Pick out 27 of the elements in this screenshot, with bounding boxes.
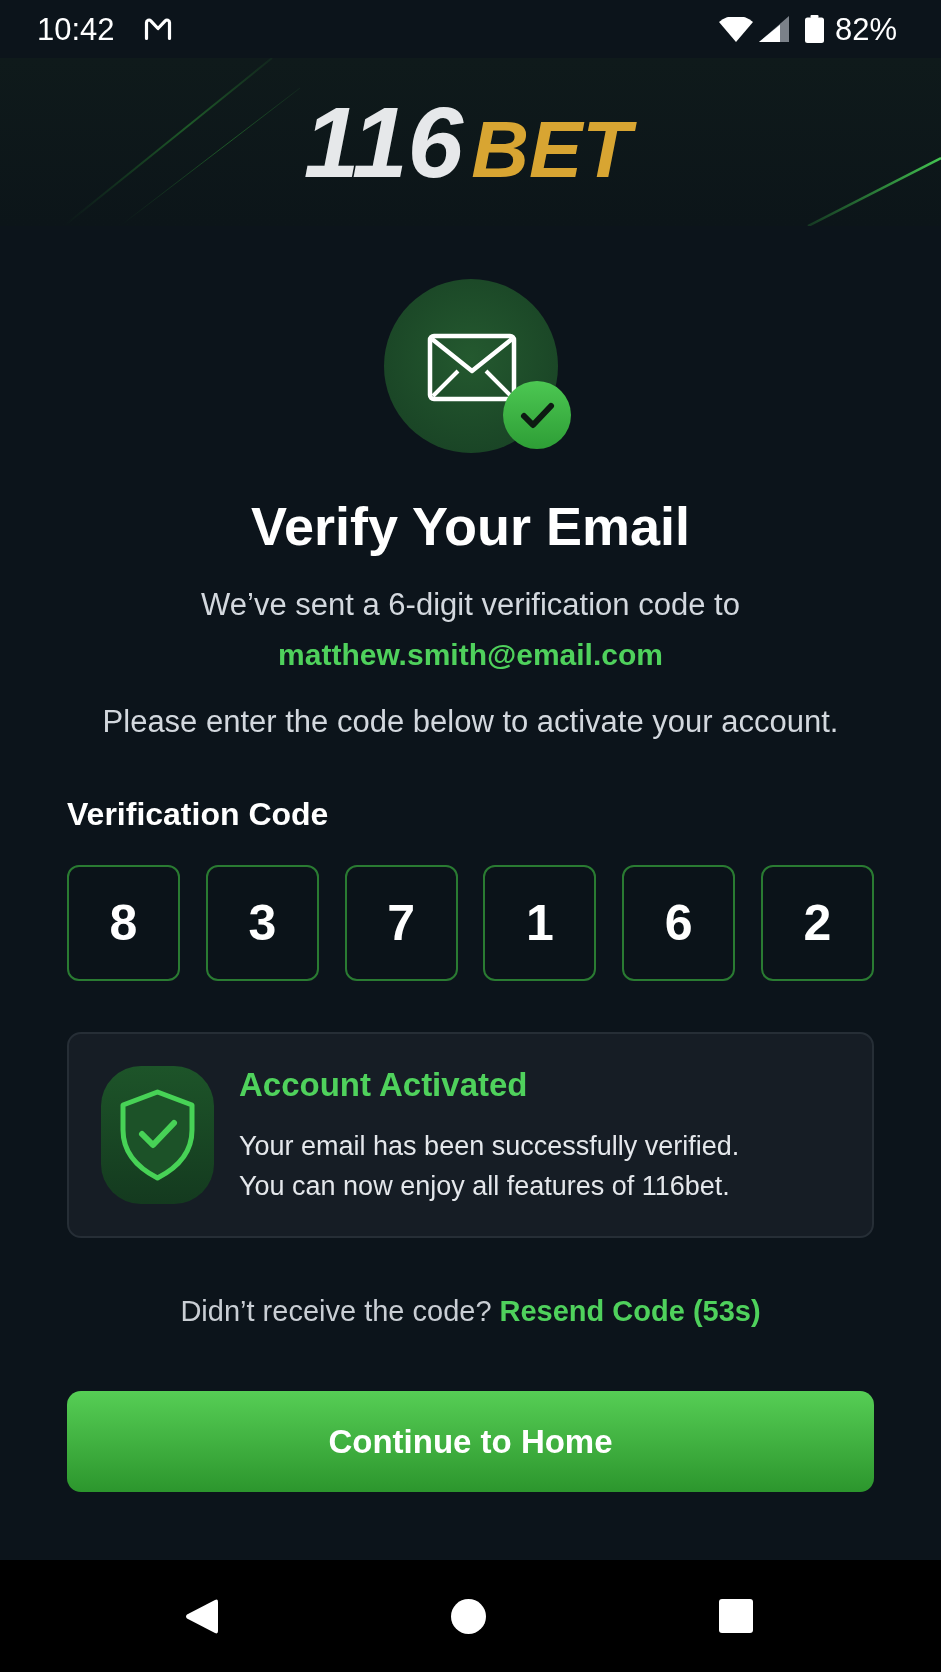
signal-icon bbox=[758, 16, 789, 42]
code-label: Verification Code bbox=[67, 795, 329, 834]
resend-link[interactable]: Resend Code (53s) bbox=[499, 1293, 761, 1329]
back-icon[interactable] bbox=[185, 1597, 218, 1635]
resend-prompt: Didn’t receive the code? bbox=[180, 1294, 492, 1329]
email-address: matthew.smith@email.com bbox=[278, 637, 663, 673]
verification-message: We’ve sent a 6-digit verification code to bbox=[201, 586, 740, 624]
shield-check-icon bbox=[101, 1066, 214, 1204]
alert-title: Account Activated bbox=[239, 1064, 529, 1105]
alert-message: Your email has been successfully verified. bbox=[239, 1129, 740, 1163]
alert-message: You can now enjoy all features of 116bet. bbox=[239, 1169, 731, 1203]
code-digit-field[interactable]: 2 bbox=[761, 865, 874, 981]
code-digit-field[interactable]: 8 bbox=[67, 865, 180, 981]
instruction-text: Please enter the code below to activate your account. bbox=[102, 703, 839, 741]
battery-icon bbox=[804, 15, 824, 43]
code-digit-field[interactable]: 1 bbox=[483, 865, 597, 981]
battery-level: 82% bbox=[834, 13, 897, 45]
check-badge-icon bbox=[502, 381, 571, 449]
wifi-icon bbox=[718, 16, 753, 42]
code-digit-field[interactable]: 3 bbox=[205, 865, 319, 981]
code-digit-field[interactable]: 7 bbox=[344, 865, 458, 981]
page-title: Verify Your Email bbox=[250, 495, 691, 558]
mail-icon bbox=[142, 17, 173, 41]
status-time: 10:42 bbox=[37, 13, 115, 45]
code-digit-field[interactable]: 6 bbox=[622, 865, 736, 981]
home-icon[interactable] bbox=[451, 1598, 486, 1634]
brand-logo: 116BET bbox=[289, 80, 652, 204]
